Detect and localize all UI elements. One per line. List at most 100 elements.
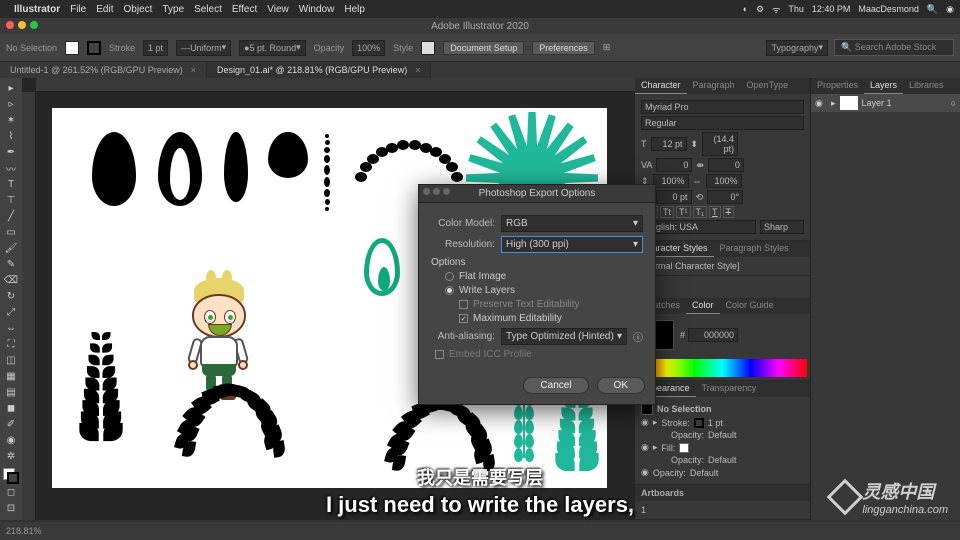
artboards-heading[interactable]: Artboards [635,485,810,501]
tab-para-styles[interactable]: Paragraph Styles [714,241,795,257]
opacity-field[interactable]: 100% [352,40,385,56]
user-name[interactable]: MaacDesmond [858,4,919,14]
close-icon[interactable]: × [415,65,420,75]
ruler-horizontal[interactable] [36,78,635,92]
flat-image-radio[interactable]: Flat Image [445,271,643,282]
menu-window[interactable]: Window [299,4,335,15]
target-icon[interactable]: ○ [951,98,956,108]
menu-extra-icon[interactable]: ⚙ [756,4,764,15]
paintbrush-tool[interactable]: 🖌 [2,240,20,256]
art-leaf-hollow[interactable] [158,132,202,206]
tab-color-guide[interactable]: Color Guide [720,298,780,314]
stock-search[interactable]: 🔍 Search Adobe Stock [834,39,954,56]
perspective-tool[interactable]: ▦ [2,368,20,384]
menu-view[interactable]: View [267,4,289,15]
baseline-shift[interactable]: 0 pt [656,190,692,204]
spotlight-icon[interactable]: 🔍 [927,4,938,15]
pen-tool[interactable]: ✒ [2,144,20,160]
mesh-tool[interactable]: ▤ [2,384,20,400]
screen-mode[interactable]: ⊡ [2,500,20,516]
lasso-tool[interactable]: ⌇ [2,128,20,144]
eye-icon[interactable]: ◉ [641,442,649,453]
line-tool[interactable]: ╱ [2,208,20,224]
stroke-profile[interactable]: — Uniform ▾ [176,40,231,56]
language[interactable]: English: USA [641,220,756,234]
app-name[interactable]: Illustrator [14,4,60,15]
tab-transparency[interactable]: Transparency [696,381,763,397]
selection-tool[interactable]: ▸ [2,80,20,96]
anti-alias[interactable]: Sharp [760,220,804,234]
font-family[interactable]: Myriad Pro [641,100,804,114]
preferences-button[interactable]: Preferences [532,41,595,55]
underline-icon[interactable]: T [709,206,721,218]
doc-tab[interactable]: Untitled-1 @ 261.52% (RGB/GPU Preview)× [0,62,207,78]
blend-tool[interactable]: ◉ [2,432,20,448]
menu-select[interactable]: Select [194,4,222,15]
color-model-select[interactable]: RGB▾ [501,215,643,232]
eye-icon[interactable]: ◉ [641,467,649,478]
art-dot-arch[interactable] [348,132,458,192]
clock-day[interactable]: Thu [788,4,804,14]
char-styles-list[interactable]: [Normal Character Style] [635,257,810,276]
clock-time[interactable]: 12:40 PM [812,4,851,14]
gradient-tool[interactable]: ◼ [2,400,20,416]
width-tool[interactable]: ⇔ [2,320,20,336]
workspace-switcher[interactable]: Typography ▾ [766,40,828,56]
document-setup-button[interactable]: Document Setup [443,41,524,55]
tab-paragraph[interactable]: Paragraph [687,78,741,94]
artboards-list[interactable]: 1 [635,501,810,520]
horizontal-scale[interactable]: 100% [706,174,742,188]
visibility-icon[interactable]: ◉ [815,98,827,109]
max-editability-check[interactable]: Maximum Editability [459,313,643,324]
menu-type[interactable]: Type [162,4,184,15]
fill-swatch[interactable] [65,41,79,55]
direct-selection-tool[interactable]: ▹ [2,96,20,112]
shape-builder-tool[interactable]: ◫ [2,352,20,368]
type-tool[interactable]: T [2,176,20,192]
shaper-tool[interactable]: ✎ [2,256,20,272]
graphic-style[interactable] [421,41,435,55]
wifi-icon[interactable]: ᯤ [772,3,780,16]
antialias-select[interactable]: Type Optimized (Hinted)▾ [501,328,627,345]
magic-wand-tool[interactable]: ✶ [2,112,20,128]
strikethrough-icon[interactable]: T [723,206,735,218]
color-spectrum[interactable] [638,359,807,377]
brush-select[interactable]: ● 5 pt. Round ▾ [239,40,306,56]
art-dot-column[interactable] [324,132,330,213]
symbol-sprayer-tool[interactable]: ✲ [2,448,20,464]
zoom-level[interactable]: 218.81% [6,526,42,536]
traffic-lights[interactable] [6,21,38,29]
superscript-icon[interactable]: T¹ [676,206,691,218]
menu-object[interactable]: Object [123,4,152,15]
small-caps-icon[interactable]: Tt [660,206,674,218]
tracking[interactable]: 0 [708,158,744,172]
doc-tab[interactable]: Design_01.ai* @ 218.81% (RGB/GPU Preview… [207,62,431,78]
char-rotation[interactable]: 0° [707,190,743,204]
expand-icon[interactable]: ▸ [831,98,836,109]
eyedropper-tool[interactable]: ✐ [2,416,20,432]
eye-icon[interactable]: ◉ [641,417,649,428]
subscript-icon[interactable]: T₁ [693,206,708,218]
scale-tool[interactable]: ⤢ [2,304,20,320]
menu-effect[interactable]: Effect [232,4,257,15]
ruler-vertical[interactable] [22,92,36,520]
art-fern-black[interactable] [82,328,120,436]
tab-color[interactable]: Color [686,298,720,314]
menu-edit[interactable]: Edit [96,4,113,15]
rotate-tool[interactable]: ↻ [2,288,20,304]
siri-icon[interactable]: ◉ [946,4,954,15]
layer-row[interactable]: ◉ ▸ Layer 1 ○ [811,94,960,112]
touch-type-tool[interactable]: ⊤ [2,192,20,208]
eraser-tool[interactable]: ⌫ [2,272,20,288]
write-layers-radio[interactable]: Write Layers [445,285,643,296]
vertical-scale[interactable]: 100% [653,174,689,188]
tab-opentype[interactable]: OpenType [741,78,795,94]
tab-character[interactable]: Character [635,78,687,94]
leading[interactable]: (14.4 pt) [702,132,738,156]
kerning[interactable]: 0 [656,158,692,172]
menu-extra-icon[interactable]: ◐ [743,4,748,14]
fill-stroke-swatch[interactable] [3,468,19,484]
menu-file[interactable]: File [70,4,86,15]
dialog-titlebar[interactable]: Photoshop Export Options [419,185,655,203]
art-wreath-arc-black[interactable] [162,364,282,464]
